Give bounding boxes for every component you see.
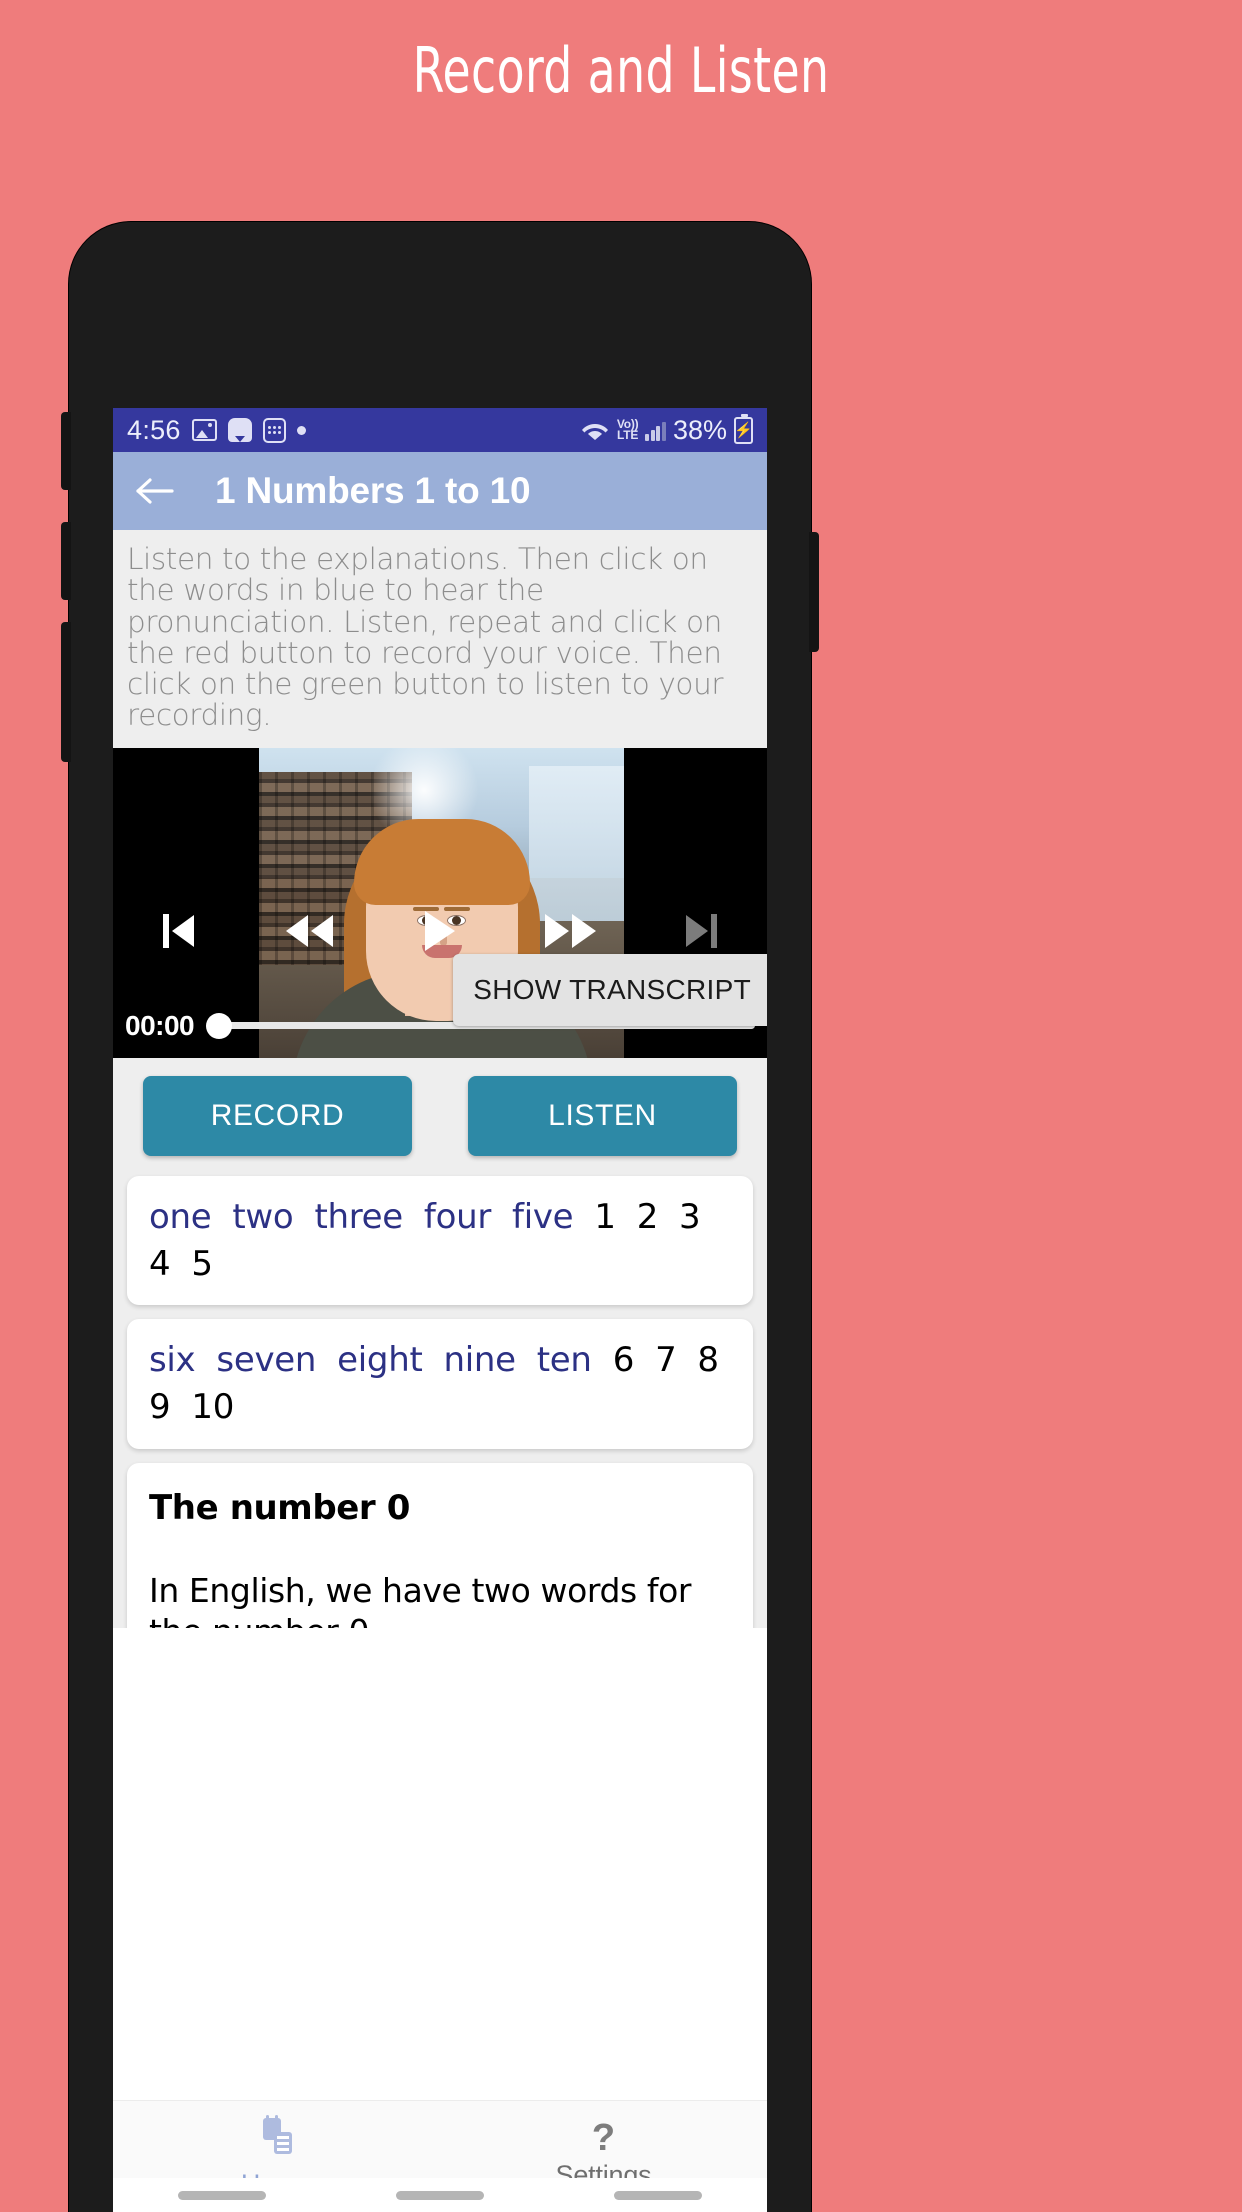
- lesson-title: The number 0: [149, 1488, 410, 1529]
- app-bar: 1 Numbers 1 to 10: [113, 452, 767, 530]
- word-chip[interactable]: five: [512, 1197, 574, 1237]
- word-chip[interactable]: seven: [216, 1340, 316, 1380]
- status-bar-right: Vo)) LTE 38% ⚡: [580, 413, 753, 446]
- play-icon[interactable]: [375, 910, 506, 951]
- nav-pill-recents[interactable]: [614, 2190, 702, 2200]
- wifi-icon: [580, 418, 610, 442]
- number-chip: 9: [149, 1387, 171, 1428]
- skip-next-icon[interactable]: [636, 913, 767, 948]
- nav-pill-home[interactable]: [396, 2190, 484, 2200]
- current-time-label: 00:00: [125, 1009, 195, 1041]
- word-chip[interactable]: two: [232, 1197, 293, 1237]
- lesson-content: RECORD LISTEN one two three four five 1 …: [113, 1057, 767, 1628]
- number-chip: 4: [149, 1243, 171, 1284]
- image-icon: [191, 419, 217, 441]
- lesson-card: The number 0 In English, we have two wor…: [127, 1463, 753, 1628]
- battery-charging-icon: ⚡: [734, 413, 753, 444]
- word-chip[interactable]: four: [424, 1197, 491, 1237]
- fast-forward-icon[interactable]: [505, 913, 636, 948]
- question-mark-icon: ?: [591, 2117, 616, 2159]
- battery-percent: 38%: [672, 414, 727, 445]
- page-title: Record and Listen: [412, 33, 830, 107]
- device-button-extra: [61, 622, 71, 762]
- status-bar-left: 4:56: [127, 415, 580, 446]
- calculator-icon: [262, 417, 286, 443]
- number-chip: 2: [636, 1196, 659, 1237]
- app-bar-title: 1 Numbers 1 to 10: [215, 470, 531, 511]
- rewind-icon[interactable]: [244, 914, 375, 947]
- number-chip: 5: [191, 1243, 213, 1284]
- word-chip[interactable]: eight: [337, 1340, 423, 1380]
- phone-screen: 4:56 Vo)) LTE 38% ⚡ 1 Numbers 1 to 10 Li…: [113, 408, 767, 2212]
- word-chip[interactable]: ten: [537, 1340, 592, 1380]
- number-chip: 7: [655, 1340, 677, 1381]
- number-chip: 1: [594, 1196, 616, 1237]
- progress-thumb[interactable]: [206, 1012, 233, 1039]
- chat-icon: [227, 418, 252, 442]
- show-transcript-button[interactable]: SHOW TRANSCRIPT: [453, 953, 767, 1026]
- device-button-power: [809, 532, 819, 652]
- word-chip[interactable]: three: [314, 1197, 403, 1237]
- lesson-body: In English, we have two words for the nu…: [149, 1571, 692, 1627]
- record-button[interactable]: RECORD: [143, 1075, 412, 1156]
- number-chip: 6: [612, 1340, 635, 1381]
- device-button-volume-down: [61, 522, 71, 600]
- back-arrow-icon[interactable]: [133, 469, 177, 513]
- notes-list-icon: [254, 2114, 300, 2163]
- word-chip[interactable]: six: [149, 1340, 196, 1380]
- android-navigation-bar: [113, 2178, 767, 2212]
- number-chip: 8: [697, 1340, 719, 1381]
- video-player[interactable]: 00:00 SHOW TRANSCRIPT: [113, 747, 767, 1058]
- nav-pill-back[interactable]: [178, 2190, 266, 2200]
- dot-icon: [296, 425, 306, 435]
- listen-button[interactable]: LISTEN: [468, 1075, 737, 1156]
- word-chip[interactable]: one: [149, 1197, 212, 1237]
- instructions-block: Listen to the explanations. Then click o…: [113, 530, 767, 748]
- skip-previous-icon[interactable]: [113, 913, 244, 948]
- instructions-text: Listen to the explanations. Then click o…: [127, 542, 724, 733]
- word-card-2[interactable]: six seven eight nine ten 6 7 8 9 10: [127, 1319, 753, 1450]
- number-chip: 10: [191, 1387, 235, 1428]
- signal-icon: [645, 419, 666, 441]
- word-chip[interactable]: nine: [444, 1340, 517, 1380]
- device-button-volume-up: [61, 412, 71, 490]
- status-time: 4:56: [127, 414, 181, 445]
- status-bar: 4:56 Vo)) LTE 38% ⚡: [113, 408, 767, 452]
- number-chip: 3: [679, 1196, 701, 1237]
- word-card-1[interactable]: one two three four five 1 2 3 4 5: [127, 1175, 753, 1306]
- action-button-row: RECORD LISTEN: [113, 1075, 767, 1176]
- phone-device: 4:56 Vo)) LTE 38% ⚡ 1 Numbers 1 to 10 Li…: [61, 222, 819, 2212]
- volte-icon: Vo)) LTE: [616, 417, 639, 442]
